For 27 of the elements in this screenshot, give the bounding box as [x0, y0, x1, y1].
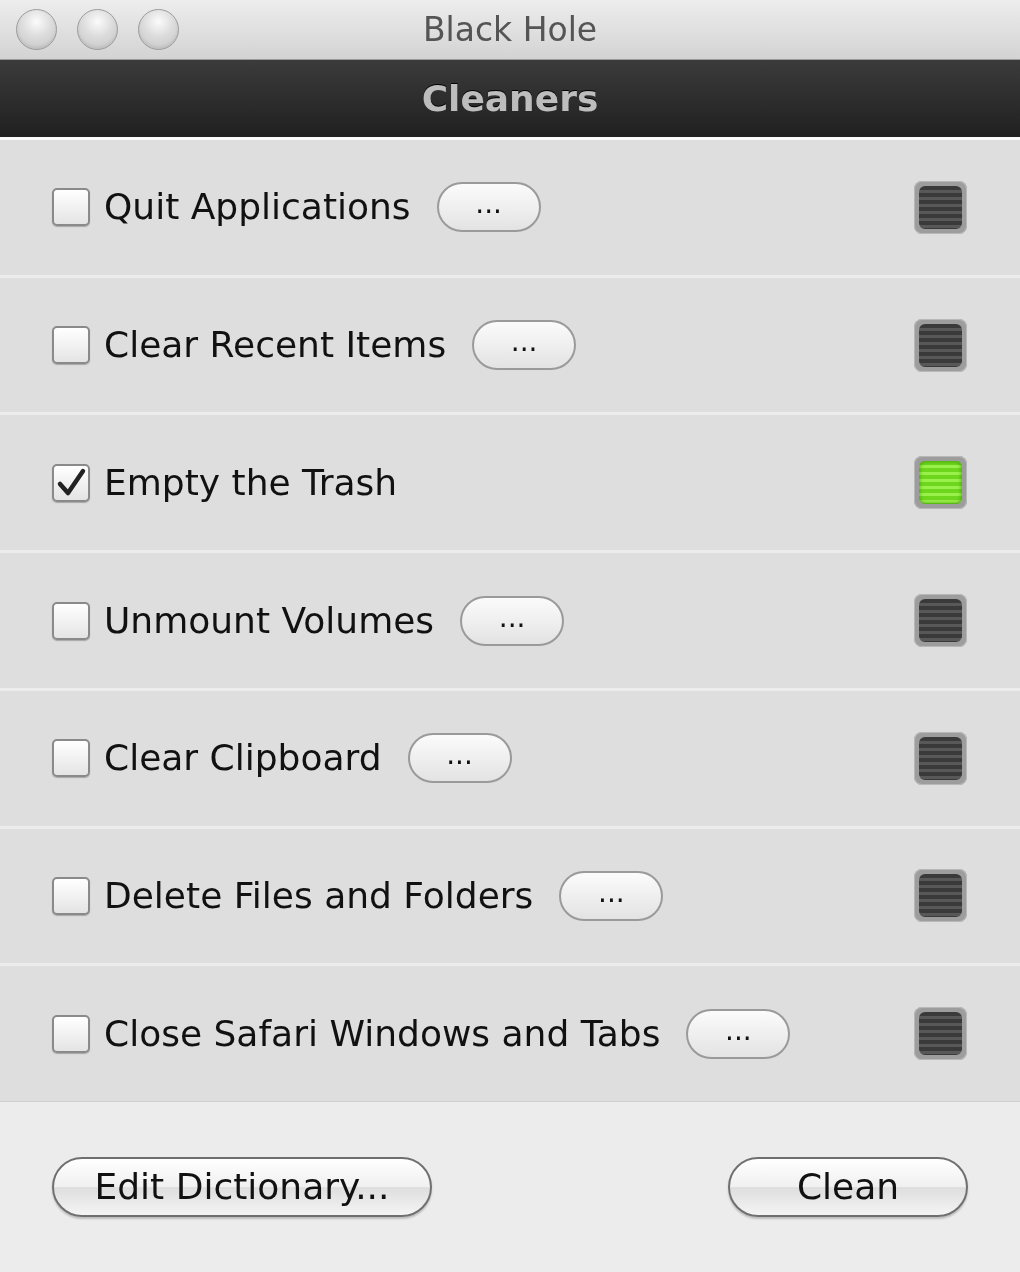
- checkbox[interactable]: [52, 326, 90, 365]
- window-title: Black Hole: [422, 8, 598, 51]
- cleaner-label: Empty the Trash: [104, 460, 398, 505]
- options-button[interactable]: ...: [559, 870, 664, 921]
- minimize-button[interactable]: [77, 9, 118, 50]
- checkbox[interactable]: [52, 739, 90, 778]
- clean-button[interactable]: Clean: [728, 1157, 968, 1217]
- cleaner-label: Unmount Volumes: [104, 598, 435, 643]
- options-button[interactable]: ...: [436, 182, 541, 233]
- options-button[interactable]: ...: [686, 1008, 791, 1059]
- checkbox[interactable]: [52, 1014, 90, 1053]
- edit-dictionary-button[interactable]: Edit Dictionary...: [52, 1157, 432, 1217]
- options-button[interactable]: ...: [472, 320, 577, 371]
- checkbox[interactable]: [52, 463, 90, 502]
- checkbox[interactable]: [52, 601, 90, 640]
- checkbox[interactable]: [52, 188, 90, 227]
- zoom-button[interactable]: [138, 9, 179, 50]
- cleaner-label: Clear Clipboard: [104, 736, 382, 781]
- checkbox[interactable]: [52, 876, 90, 915]
- options-button[interactable]: ...: [460, 595, 565, 646]
- cleaner-label: Quit Applications: [104, 185, 411, 230]
- options-button[interactable]: ...: [407, 733, 512, 784]
- section-title: Cleaners: [421, 76, 599, 121]
- cleaner-label: Clear Recent Items: [104, 323, 447, 368]
- cleaner-label: Close Safari Windows and Tabs: [104, 1011, 661, 1056]
- close-button[interactable]: [16, 9, 57, 50]
- cleaner-label: Delete Files and Folders: [104, 873, 534, 918]
